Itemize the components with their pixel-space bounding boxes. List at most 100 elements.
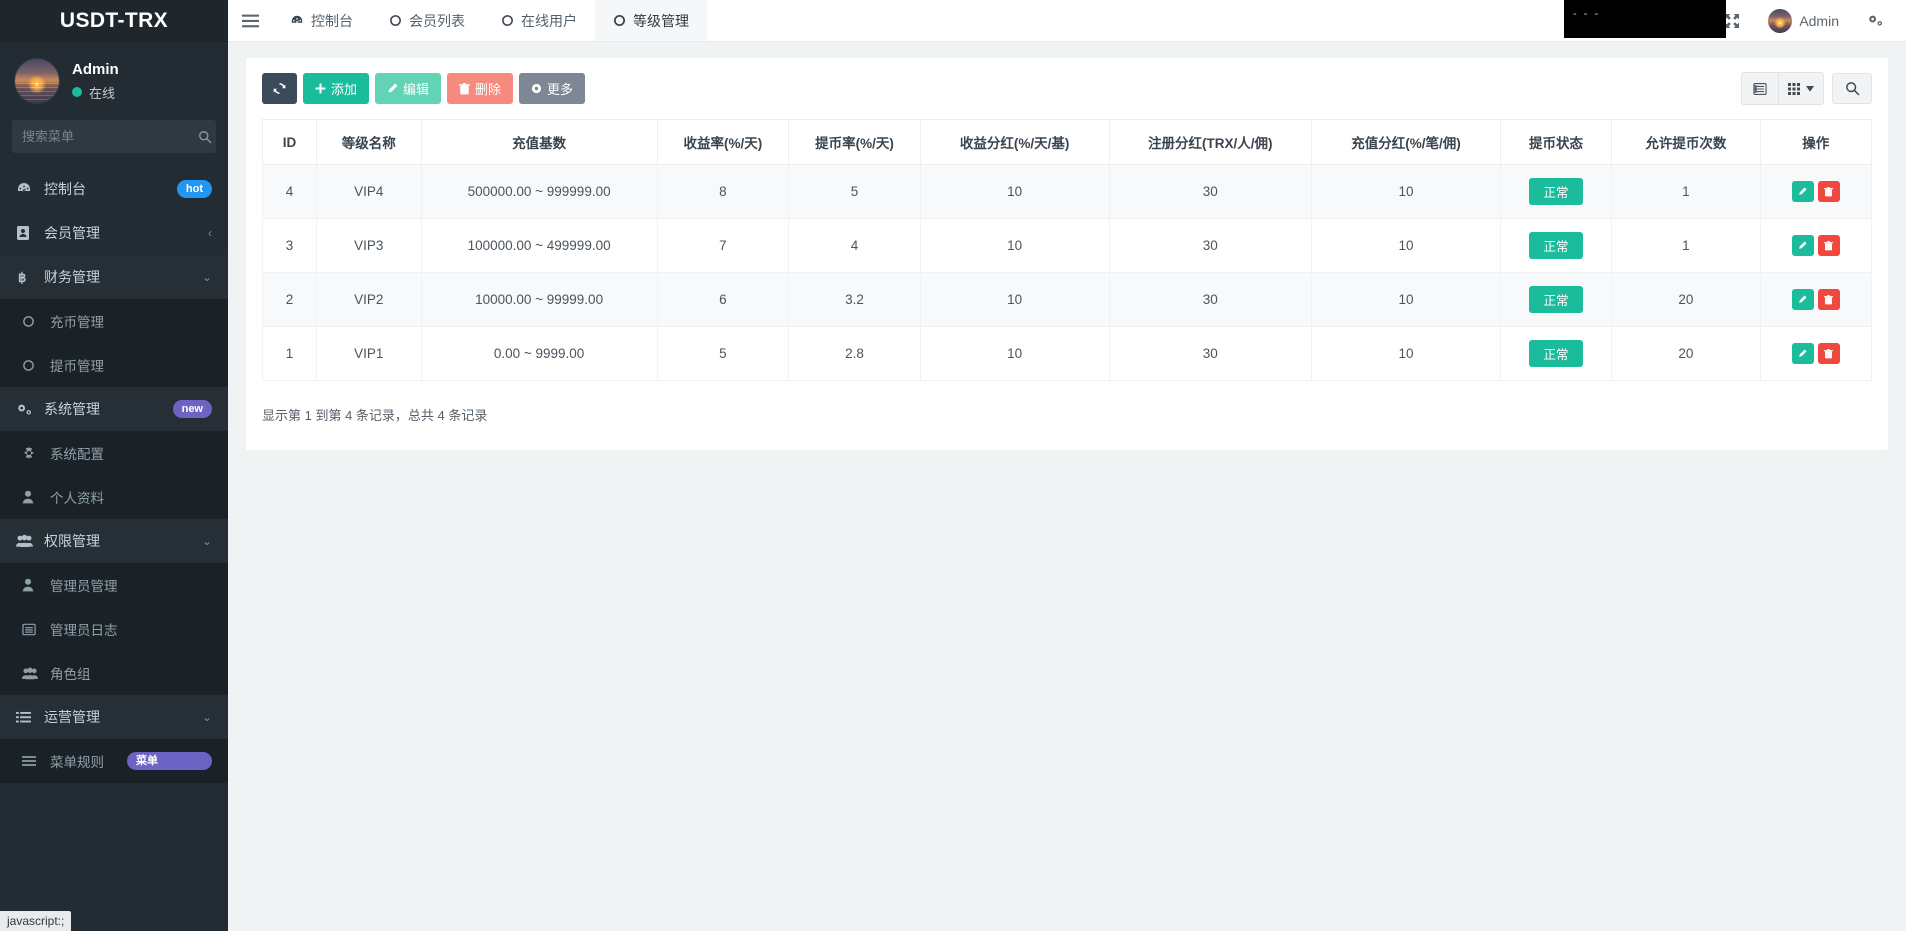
cell-profit-dividend: 10 [920, 327, 1109, 381]
cell-id: 3 [263, 219, 317, 273]
data-panel: 添加 编辑 删除 [246, 58, 1888, 450]
sidebar-item-system-config[interactable]: 系统配置 [0, 431, 228, 475]
sidebar-menu: 控制台 hot 会员管理 ‹ ฿ 财务管理 ⌄ [0, 167, 228, 931]
sidebar-item-admin-log[interactable]: 管理员日志 [0, 607, 228, 651]
edit-button[interactable]: 编辑 [375, 73, 441, 104]
status-badge[interactable]: 正常 [1529, 286, 1583, 313]
search-input[interactable] [22, 129, 198, 144]
row-delete-button[interactable] [1818, 343, 1840, 364]
users-icon [22, 667, 40, 680]
cell-recharge-dividend: 10 [1312, 273, 1501, 327]
user-menu[interactable]: Admin [1754, 0, 1853, 42]
col-profit-dividend[interactable]: 收益分红(%/天/基) [920, 120, 1109, 165]
status-badge[interactable]: 正常 [1529, 340, 1583, 367]
col-withdraw-status[interactable]: 提币状态 [1500, 120, 1611, 165]
tab-label: 控制台 [311, 11, 353, 31]
table-row[interactable]: 3 VIP3 100000.00 ~ 499999.00 7 4 10 30 1… [263, 219, 1872, 273]
col-recharge-base[interactable]: 充值基数 [421, 120, 657, 165]
row-delete-button[interactable] [1818, 235, 1840, 256]
sidebar-item-deposit[interactable]: 充币管理 [0, 299, 228, 343]
list-view-icon[interactable] [1742, 73, 1778, 104]
cell-profit-rate: 7 [657, 219, 789, 273]
list-icon [16, 711, 34, 724]
delete-button[interactable]: 删除 [447, 73, 513, 104]
badge-hot: hot [177, 180, 212, 199]
row-actions [1767, 289, 1865, 310]
online-dot-icon [72, 87, 82, 97]
col-profit-rate[interactable]: 收益率(%/天) [657, 120, 789, 165]
cell-profit-dividend: 10 [920, 273, 1109, 327]
search-icon[interactable] [198, 130, 212, 144]
col-id[interactable]: ID [263, 120, 317, 165]
row-delete-button[interactable] [1818, 181, 1840, 202]
col-withdraw-rate[interactable]: 提币率(%/天) [789, 120, 921, 165]
row-edit-button[interactable] [1792, 235, 1814, 256]
sidebar-item-operations[interactable]: 运营管理 ⌄ [0, 695, 228, 739]
tab-online-users[interactable]: 在线用户 [483, 0, 595, 41]
hamburger-icon[interactable] [228, 0, 272, 41]
row-edit-button[interactable] [1792, 289, 1814, 310]
cell-recharge-base: 10000.00 ~ 99999.00 [421, 273, 657, 327]
grid-view-icon[interactable] [1778, 73, 1823, 104]
status-badge[interactable]: 正常 [1529, 232, 1583, 259]
row-delete-button[interactable] [1818, 289, 1840, 310]
settings-gear-icon [1867, 13, 1884, 28]
sidebar-item-system[interactable]: 系统管理 new [0, 387, 228, 431]
table-row[interactable]: 4 VIP4 500000.00 ~ 999999.00 8 5 10 30 1… [263, 165, 1872, 219]
circle-icon [22, 359, 40, 372]
more-button[interactable]: 更多 [519, 73, 585, 104]
row-edit-button[interactable] [1792, 181, 1814, 202]
cell-register-dividend: 30 [1109, 273, 1311, 327]
col-register-dividend[interactable]: 注册分红(TRX/人/佣) [1109, 120, 1311, 165]
sidebar-item-label: 管理员日志 [50, 619, 212, 639]
cell-actions [1760, 273, 1871, 327]
table-row[interactable]: 1 VIP1 0.00 ~ 9999.00 5 2.8 10 30 10 正常 … [263, 327, 1872, 381]
col-allow-withdraw-times[interactable]: 允许提币次数 [1612, 120, 1760, 165]
cell-actions [1760, 327, 1871, 381]
more-label: 更多 [547, 79, 573, 98]
table-toolbar: 添加 编辑 删除 [262, 72, 1872, 105]
chevron-left-icon: ‹ [208, 226, 212, 240]
sidebar-user-panel[interactable]: Admin 在线 [0, 42, 228, 114]
cell-recharge-base: 0.00 ~ 9999.00 [421, 327, 657, 381]
levels-table: ID 等级名称 充值基数 收益率(%/天) 提币率(%/天) 收益分红(%/天/… [262, 119, 1872, 381]
sidebar-item-role-group[interactable]: 角色组 [0, 651, 228, 695]
sidebar-search-box[interactable] [12, 120, 216, 153]
circle-icon [22, 315, 40, 328]
tab-level-management[interactable]: 等级管理 [595, 0, 707, 41]
sidebar-item-finance[interactable]: ฿ 财务管理 ⌄ [0, 255, 228, 299]
sidebar-item-admin-manage[interactable]: 管理员管理 [0, 563, 228, 607]
cell-actions [1760, 219, 1871, 273]
chevron-down-icon: ⌄ [202, 710, 212, 724]
col-level-name[interactable]: 等级名称 [316, 120, 421, 165]
sidebar-item-menu-rules[interactable]: 菜单规则 菜单 [0, 739, 228, 783]
sidebar-item-permissions[interactable]: 权限管理 ⌄ [0, 519, 228, 563]
cell-profit-rate: 8 [657, 165, 789, 219]
tab-dashboard[interactable]: 控制台 [272, 0, 371, 41]
cell-profit-rate: 6 [657, 273, 789, 327]
user-status-label: 在线 [89, 83, 115, 102]
sidebar-item-members[interactable]: 会员管理 ‹ [0, 211, 228, 255]
table-header-row: ID 等级名称 充值基数 收益率(%/天) 提币率(%/天) 收益分红(%/天/… [263, 120, 1872, 165]
table-search-button[interactable] [1832, 73, 1872, 104]
row-edit-button[interactable] [1792, 343, 1814, 364]
sidebar-item-label: 权限管理 [44, 531, 192, 551]
cell-register-dividend: 30 [1109, 165, 1311, 219]
sidebar-item-label: 会员管理 [44, 223, 198, 243]
cell-allow-times: 20 [1612, 273, 1760, 327]
refresh-button[interactable] [262, 73, 297, 104]
dashboard-icon [16, 181, 34, 197]
cell-allow-times: 1 [1612, 165, 1760, 219]
sidebar-item-profile[interactable]: 个人资料 [0, 475, 228, 519]
add-button[interactable]: 添加 [303, 73, 369, 104]
table-row[interactable]: 2 VIP2 10000.00 ~ 99999.00 6 3.2 10 30 1… [263, 273, 1872, 327]
tab-member-list[interactable]: 会员列表 [371, 0, 483, 41]
status-badge[interactable]: 正常 [1529, 178, 1583, 205]
content-area: 添加 编辑 删除 [228, 42, 1906, 931]
settings-button[interactable] [1853, 0, 1898, 42]
sidebar-item-dashboard[interactable]: 控制台 hot [0, 167, 228, 211]
col-recharge-dividend[interactable]: 充值分红(%/笔/佣) [1312, 120, 1501, 165]
sidebar-item-withdraw[interactable]: 提币管理 [0, 343, 228, 387]
bars-icon [22, 755, 40, 767]
avatar [14, 58, 60, 104]
